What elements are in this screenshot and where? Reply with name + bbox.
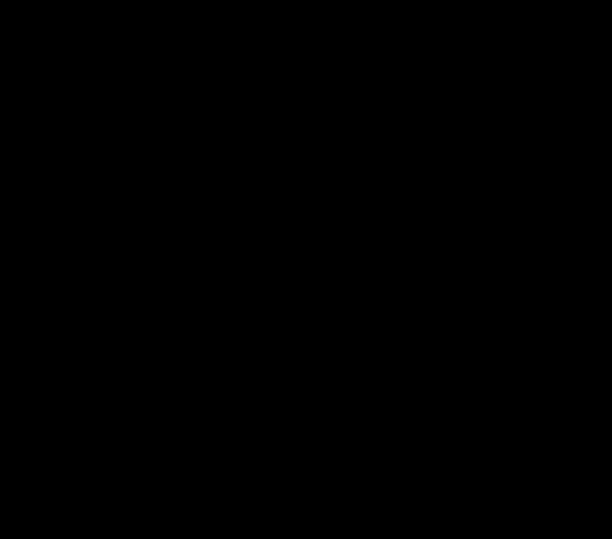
- dyno-plot-area: [0, 0, 612, 539]
- dyno-chart-window: [0, 0, 612, 539]
